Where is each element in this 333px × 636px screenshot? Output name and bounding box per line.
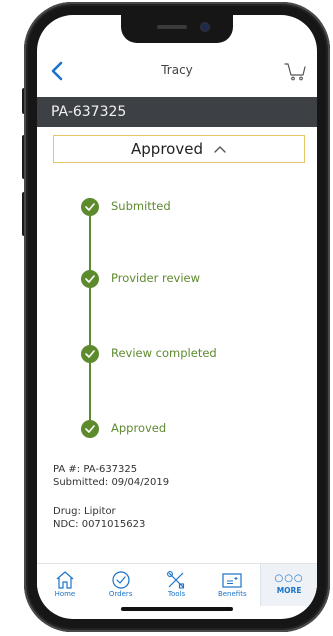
drug-name: Drug: Lipitor [53, 506, 116, 517]
home-icon [54, 570, 76, 590]
check-icon [81, 198, 99, 216]
header-title: Tracy [161, 63, 193, 77]
timeline-step-label: Review completed [111, 346, 217, 360]
check-icon [81, 270, 99, 288]
notch [121, 15, 233, 43]
front-camera [201, 23, 209, 31]
phone-frame: Tracy PA-637325 Approved Submitted Provi… [24, 2, 330, 632]
status-label: Approved [131, 140, 203, 158]
tools-icon [165, 570, 187, 590]
request-id-bar: PA-637325 [37, 97, 317, 127]
check-circle-icon [110, 570, 132, 590]
chevron-up-icon [213, 138, 227, 164]
speaker [157, 25, 187, 29]
home-indicator[interactable] [121, 607, 233, 611]
check-icon [81, 420, 99, 438]
pa-number: PA #: PA-637325 [53, 464, 138, 475]
tab-label: Orders [108, 590, 133, 598]
request-info: PA #: PA-637325 Submitted: 09/04/2019 [53, 463, 169, 489]
submitted-date: Submitted: 09/04/2019 [53, 477, 170, 488]
tab-orders[interactable]: Orders [93, 564, 149, 606]
card-plus-icon [221, 570, 243, 590]
ndc-number: NDC: 0071015623 [53, 519, 146, 530]
timeline-step-label: Provider review [111, 271, 201, 285]
tab-benefits[interactable]: Benefits [204, 564, 260, 606]
timeline-step-label: Approved [111, 421, 167, 435]
tab-label: MORE [276, 586, 302, 595]
cart-icon[interactable] [283, 59, 307, 83]
timeline-line [89, 207, 91, 429]
tab-label: Tools [167, 590, 186, 598]
tab-more[interactable]: ○○○ MORE [260, 564, 317, 606]
tab-label: Benefits [217, 590, 247, 598]
bottom-tab-bar: Home Orders Tools Benefits ○○○ MORE [37, 563, 317, 606]
tab-label: Home [54, 590, 76, 598]
app-header: Tracy [37, 51, 317, 91]
check-icon [81, 345, 99, 363]
timeline-step-label: Submitted [111, 199, 171, 213]
tab-tools[interactable]: Tools [149, 564, 205, 606]
phone-screen: Tracy PA-637325 Approved Submitted Provi… [37, 15, 317, 619]
more-dots-icon: ○○○ [274, 573, 304, 584]
drug-info: Drug: Lipitor NDC: 0071015623 [53, 505, 145, 531]
status-dropdown[interactable]: Approved [53, 135, 305, 163]
tab-home[interactable]: Home [37, 564, 93, 606]
